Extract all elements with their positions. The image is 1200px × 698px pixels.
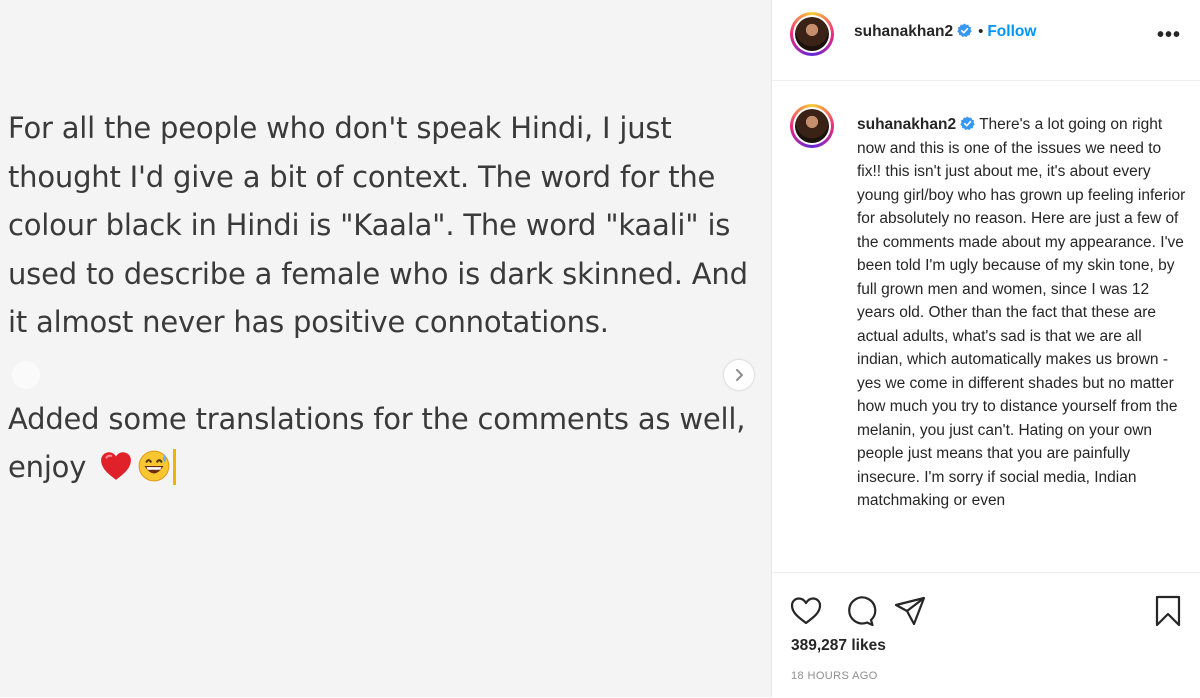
post-image-text: For all the people who don't speak Hindi… [8,104,748,492]
separator-dot: • [978,23,984,40]
post-image-paragraph-1: For all the people who don't speak Hindi… [8,111,748,339]
comment-icon[interactable] [841,593,877,629]
share-icon[interactable] [892,593,928,629]
follow-button[interactable]: Follow [987,23,1036,40]
heart-icon[interactable] [788,593,824,629]
text-cursor [173,449,177,485]
post-actions: 389,287 likes 18 HOURS AGO [772,572,1200,698]
caption-username[interactable]: suhanakhan2 [857,116,956,133]
post-timestamp[interactable]: 18 HOURS AGO [791,670,878,682]
post-side-panel: suhanakhan2 • Follow ••• suhanakhan2 Ther… [771,0,1200,697]
caption-verified-badge-icon [960,116,975,131]
post-image: For all the people who don't speak Hindi… [0,0,771,697]
caption-profile-picture [795,109,829,143]
caption-section: suhanakhan2 There's a lot going on right… [772,80,1200,572]
chevron-right-icon [736,369,743,381]
more-options-icon[interactable]: ••• [1157,24,1181,47]
post-image-paragraph-2: Added some translations for the comments… [8,395,748,492]
caption-text: There's a lot going on right now and thi… [857,116,1186,509]
verified-badge-icon [957,23,972,38]
grinning-sweat-icon [138,450,170,482]
carousel-prev-button[interactable] [12,361,40,389]
post-header: suhanakhan2 • Follow ••• [772,0,1200,81]
caption-text-block: suhanakhan2 There's a lot going on right… [857,113,1187,513]
red-heart-icon [101,452,132,480]
profile-picture [795,17,829,51]
caption-avatar[interactable] [790,104,834,148]
bookmark-icon[interactable] [1150,593,1186,629]
avatar[interactable] [790,12,834,56]
carousel-next-button[interactable] [724,360,754,390]
header-username[interactable]: suhanakhan2 [854,23,953,40]
likes-count[interactable]: 389,287 likes [791,637,886,655]
